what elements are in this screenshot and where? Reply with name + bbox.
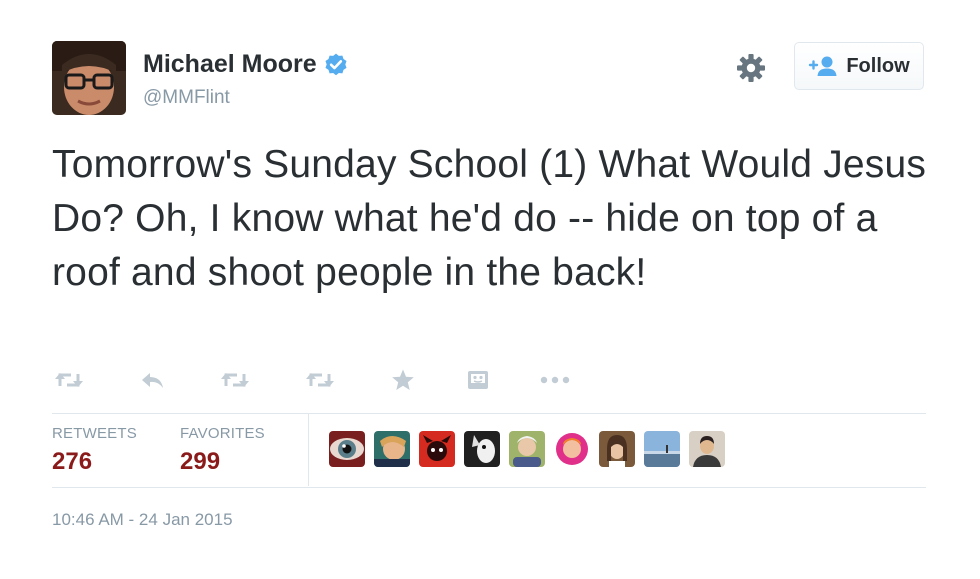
user-name-text[interactable]: Michael Moore bbox=[143, 50, 317, 79]
favorite-star-icon[interactable] bbox=[386, 364, 420, 396]
profile-photo-avatar bbox=[52, 41, 126, 115]
favoriter-avatar-7[interactable] bbox=[599, 431, 635, 467]
profile-avatar[interactable] bbox=[52, 41, 126, 115]
favorites-stat[interactable]: FAVORITES 299 bbox=[180, 425, 265, 476]
favorites-count: 299 bbox=[180, 448, 221, 475]
favoriter-avatar-5[interactable] bbox=[509, 431, 545, 467]
favoriter-avatar-4[interactable] bbox=[464, 431, 500, 467]
retweet-icon-2[interactable] bbox=[218, 364, 252, 396]
follow-button-label: Follow bbox=[846, 54, 910, 77]
tweet-text: Tomorrow's Sunday School (1) What Would … bbox=[52, 143, 927, 294]
stats-vertical-divider bbox=[308, 414, 309, 486]
gear-icon[interactable] bbox=[735, 52, 767, 84]
view-photo-icon[interactable] bbox=[461, 364, 495, 396]
tweet-timestamp[interactable]: 10:46 AM - 24 Jan 2015 bbox=[52, 510, 233, 530]
favoriter-avatar-8[interactable] bbox=[644, 431, 680, 467]
retweets-count: 276 bbox=[52, 448, 93, 475]
tweet-actions bbox=[52, 364, 612, 396]
favoriter-avatar-2[interactable] bbox=[374, 431, 410, 467]
favoriter-avatar-3[interactable] bbox=[419, 431, 455, 467]
favorites-label: FAVORITES bbox=[180, 425, 265, 442]
verified-badge-icon bbox=[325, 53, 347, 75]
user-name[interactable]: Michael Moore bbox=[143, 50, 349, 79]
retweet-icon-3[interactable] bbox=[303, 364, 337, 396]
follow-button[interactable]: Follow bbox=[794, 42, 924, 90]
user-handle[interactable]: @MMFlint bbox=[143, 87, 230, 109]
divider-top bbox=[52, 413, 926, 414]
retweet-icon[interactable] bbox=[52, 364, 86, 396]
divider-bottom bbox=[52, 487, 926, 488]
retweets-stat[interactable]: RETWEETS 276 bbox=[52, 425, 137, 476]
favoriter-avatar-eye[interactable] bbox=[329, 431, 365, 467]
more-options-icon[interactable] bbox=[538, 364, 572, 396]
retweets-label: RETWEETS bbox=[52, 425, 137, 442]
favoriter-avatar-9[interactable] bbox=[689, 431, 725, 467]
add-user-icon bbox=[809, 56, 837, 76]
reply-icon[interactable] bbox=[136, 364, 170, 396]
favoriter-avatar-6[interactable] bbox=[554, 431, 590, 467]
